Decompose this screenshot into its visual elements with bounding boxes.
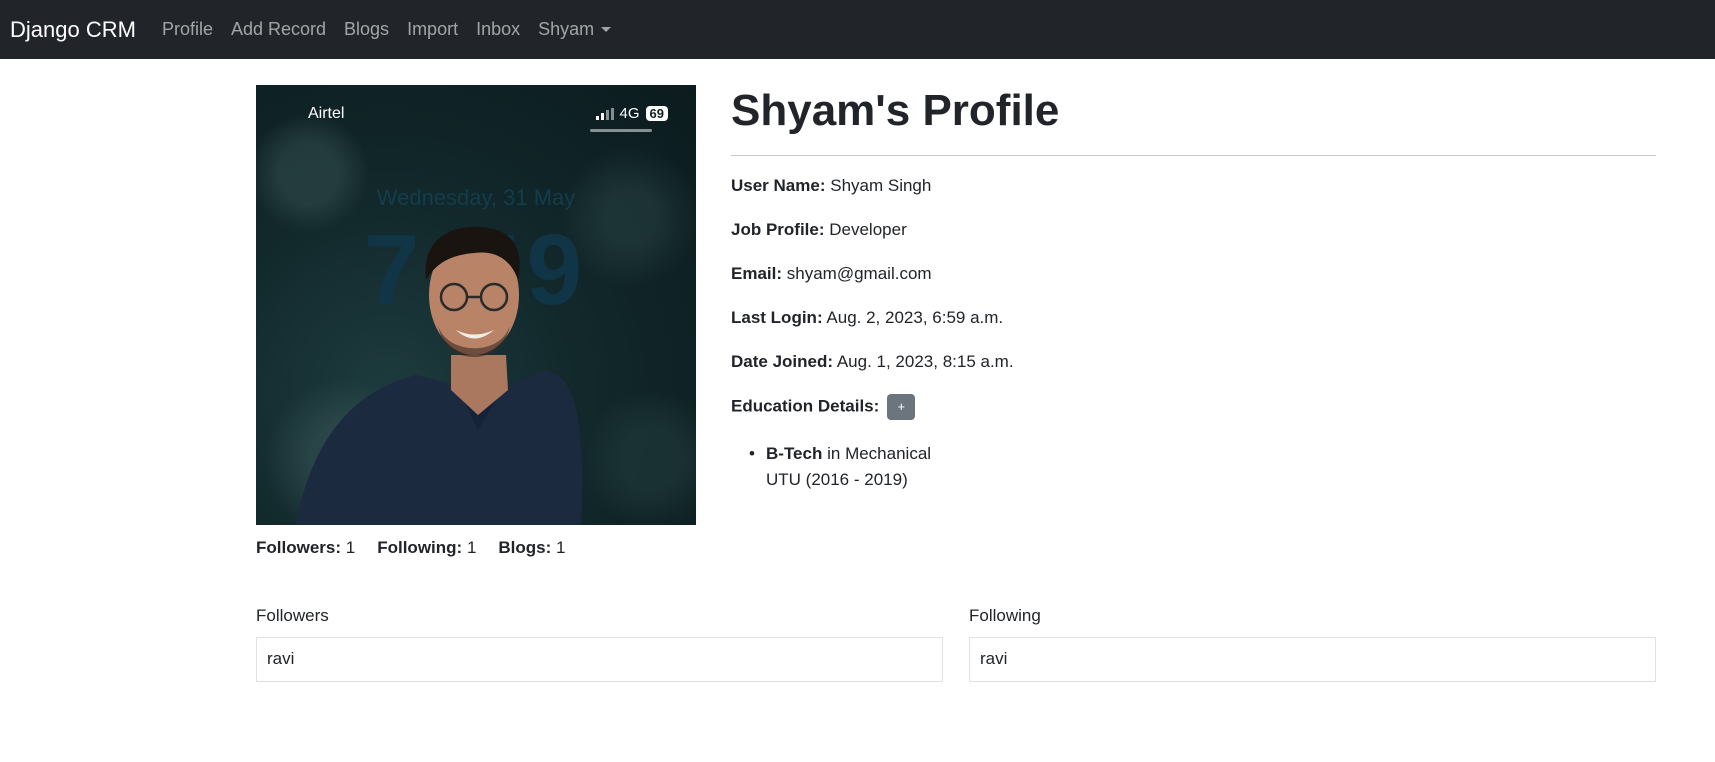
- last-login-value: Aug. 2, 2023, 6:59 a.m.: [826, 308, 1004, 327]
- nav-link-add-record[interactable]: Add Record: [231, 19, 326, 40]
- following-count: 1: [466, 538, 477, 557]
- field-user-name: User Name: Shyam Singh: [731, 176, 932, 195]
- field-education: Education Details: +: [731, 394, 916, 420]
- blogs-count: 1: [556, 538, 566, 557]
- education-list-item: • B-Tech in Mechanical UTU (2016 - 2019): [749, 441, 932, 493]
- job-profile-value: Developer: [829, 220, 907, 239]
- education-degree: B-Tech: [766, 444, 823, 463]
- education-institute: UTU (2016 - 2019): [766, 470, 908, 489]
- field-date-joined: Date Joined: Aug. 1, 2023, 8:15 a.m.: [731, 352, 1014, 371]
- following-list-item[interactable]: ravi: [969, 637, 1656, 682]
- page-title: Shyam's Profile: [731, 86, 1060, 135]
- followers-stat: Followers: 1: [256, 538, 356, 557]
- education-in: in: [827, 444, 841, 463]
- blogs-stat: Blogs: 1: [498, 538, 566, 557]
- navbar-brand[interactable]: Django CRM: [10, 17, 136, 43]
- following-name: ravi: [980, 649, 1008, 668]
- user-menu-label: Shyam: [538, 19, 595, 39]
- education-label: Education Details:: [731, 396, 880, 416]
- following-heading: Following: [969, 606, 1041, 625]
- email-value: shyam@gmail.com: [786, 264, 932, 283]
- nav-link-blogs[interactable]: Blogs: [344, 19, 389, 40]
- follower-name: ravi: [267, 649, 295, 668]
- navbar: Django CRM Profile Add Record Blogs Impo…: [0, 0, 1715, 59]
- field-email: Email: shyam@gmail.com: [731, 264, 932, 283]
- followers-list-item[interactable]: ravi: [256, 637, 943, 682]
- field-last-login: Last Login: Aug. 2, 2023, 6:59 a.m.: [731, 308, 1004, 327]
- followers-heading: Followers: [256, 606, 329, 625]
- add-education-button[interactable]: +: [887, 394, 916, 420]
- bullet-icon: •: [749, 444, 755, 463]
- following-stat: Following: 1: [377, 538, 477, 557]
- field-job-profile: Job Profile: Developer: [731, 220, 907, 239]
- user-menu-dropdown[interactable]: Shyam: [538, 19, 612, 40]
- education-field: Mechanical: [845, 444, 932, 463]
- date-joined-value: Aug. 1, 2023, 8:15 a.m.: [836, 352, 1014, 371]
- profile-photo: Airtel 4G 69 Wednesday, 31 May 7:59: [256, 85, 696, 525]
- chevron-down-icon: [601, 27, 612, 32]
- nav-link-profile[interactable]: Profile: [162, 19, 213, 40]
- nav-link-import[interactable]: Import: [407, 19, 458, 40]
- nav-link-inbox[interactable]: Inbox: [476, 19, 520, 40]
- profile-stats: Followers: 1 Following: 1 Blogs: 1: [256, 538, 588, 558]
- followers-count: 1: [345, 538, 356, 557]
- person-illustration: [296, 226, 583, 525]
- title-divider: [731, 155, 1656, 156]
- user-name-value: Shyam Singh: [830, 176, 932, 195]
